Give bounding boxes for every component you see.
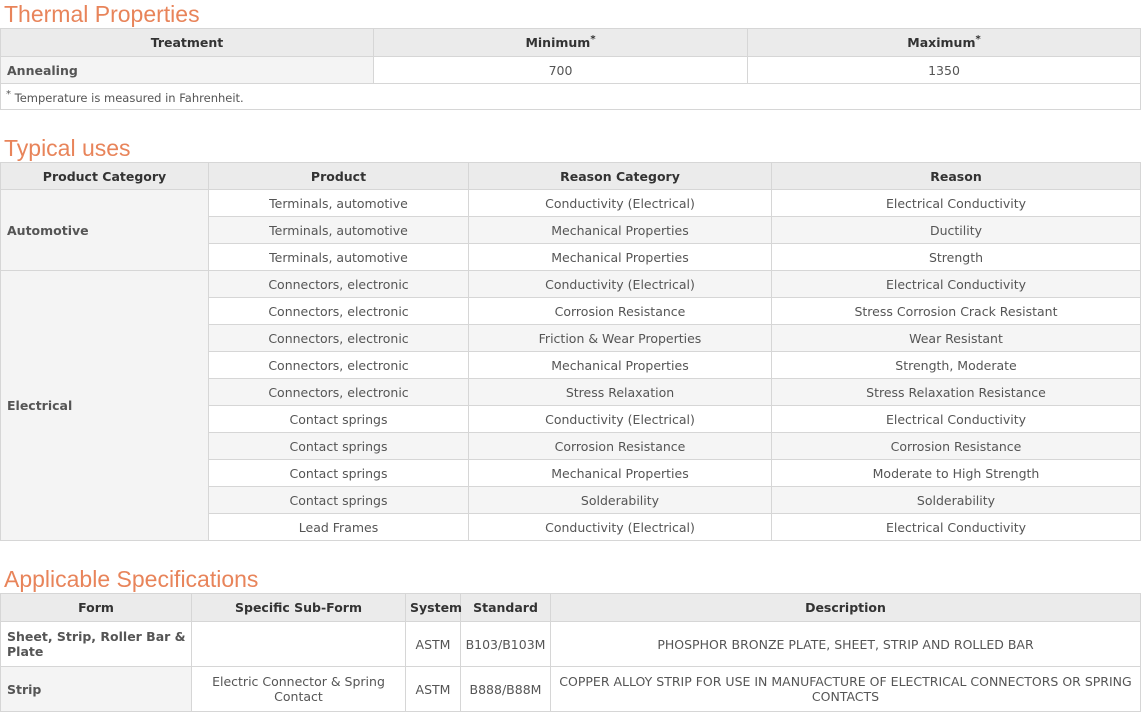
table-row: Strip Electric Connector & Spring Contac… [0,666,1141,712]
product-cell: Contact springs [208,459,469,487]
reason-category-cell: Mechanical Properties [468,216,772,244]
header-reason-category: Reason Category [468,162,772,190]
header-form: Form [0,593,192,622]
applicable-specifications-title: Applicable Specifications [4,566,259,592]
reason-category-cell: Mechanical Properties [468,351,772,379]
product-cell: Connectors, electronic [208,297,469,325]
sub-form-cell: Electric Connector & Spring Contact [191,666,406,712]
product-cell: Terminals, automotive [208,189,469,217]
reason-category-cell: Conductivity (Electrical) [468,270,772,298]
applicable-specifications-table: Form Specific Sub-Form System Standard D… [0,593,1141,712]
minimum-cell: 700 [373,56,748,84]
reason-cell: Solderability [771,486,1141,514]
reason-category-cell: Mechanical Properties [468,459,772,487]
reason-cell: Strength, Moderate [771,351,1141,379]
reason-cell: Electrical Conductivity [771,513,1141,541]
product-cell: Lead Frames [208,513,469,541]
sub-form-cell [191,621,406,667]
reason-category-cell: Corrosion Resistance [468,432,772,460]
reason-cell: Stress Relaxation Resistance [771,378,1141,406]
category-electrical: Electrical [0,270,209,541]
product-cell: Connectors, electronic [208,270,469,298]
header-reason: Reason [771,162,1141,190]
header-product-category: Product Category [0,162,209,190]
reason-category-cell: Conductivity (Electrical) [468,513,772,541]
reason-category-cell: Conductivity (Electrical) [468,405,772,433]
table-row: Annealing 700 1350 [0,56,1141,84]
header-product: Product [208,162,469,190]
header-treatment: Treatment [0,28,374,57]
asterisk-mark: * [975,34,981,46]
table-row: Automotive Terminals, automotive Conduct… [0,189,1141,271]
table-row: Sheet, Strip, Roller Bar & Plate ASTM B1… [0,621,1141,667]
description-cell: PHOSPHOR BRONZE PLATE, SHEET, STRIP AND … [550,621,1141,667]
reason-category-cell: Conductivity (Electrical) [468,189,772,217]
product-cell: Connectors, electronic [208,351,469,379]
reason-cell: Stress Corrosion Crack Resistant [771,297,1141,325]
form-cell: Sheet, Strip, Roller Bar & Plate [0,621,192,667]
description-cell: COPPER ALLOY STRIP FOR USE IN MANUFACTUR… [550,666,1141,712]
product-cell: Connectors, electronic [208,378,469,406]
header-maximum: Maximum* [747,28,1141,57]
reason-cell: Ductility [771,216,1141,244]
reason-cell: Moderate to High Strength [771,459,1141,487]
product-cell: Contact springs [208,486,469,514]
reason-category-cell: Mechanical Properties [468,243,772,271]
product-cell: Connectors, electronic [208,324,469,352]
form-cell: Strip [0,666,192,712]
reason-cell: Electrical Conductivity [771,405,1141,433]
reason-cell: Electrical Conductivity [771,270,1141,298]
category-automotive: Automotive [0,189,209,271]
header-minimum: Minimum* [373,28,748,57]
thermal-properties-title: Thermal Properties [4,1,200,27]
temperature-footnote: * Temperature is measured in Fahrenheit. [0,83,1141,110]
reason-category-cell: Friction & Wear Properties [468,324,772,352]
reason-cell: Corrosion Resistance [771,432,1141,460]
maximum-cell: 1350 [747,56,1141,84]
reason-cell: Wear Resistant [771,324,1141,352]
system-cell: ASTM [405,621,461,667]
product-cell: Contact springs [208,405,469,433]
table-row: Electrical Connectors, electronic Conduc… [0,270,1141,541]
reason-category-cell: Solderability [468,486,772,514]
asterisk-mark: * [590,34,596,46]
reason-cell: Strength [771,243,1141,271]
product-cell: Contact springs [208,432,469,460]
standard-cell: B888/B88M [460,666,551,712]
header-system: System [405,593,462,622]
product-cell: Terminals, automotive [208,216,469,244]
typical-uses-title: Typical uses [4,135,131,161]
reason-category-cell: Corrosion Resistance [468,297,772,325]
typical-uses-table: Product Category Product Reason Category… [0,162,1141,541]
header-description: Description [550,593,1141,622]
system-cell: ASTM [405,666,461,712]
standard-cell: B103/B103M [460,621,551,667]
reason-cell: Electrical Conductivity [771,189,1141,217]
treatment-cell: Annealing [0,56,374,84]
header-sub-form: Specific Sub-Form [191,593,406,622]
thermal-properties-table: Treatment Minimum* Maximum* Annealing 70… [0,28,1141,110]
reason-category-cell: Stress Relaxation [468,378,772,406]
product-cell: Terminals, automotive [208,243,469,271]
header-standard: Standard [460,593,551,622]
